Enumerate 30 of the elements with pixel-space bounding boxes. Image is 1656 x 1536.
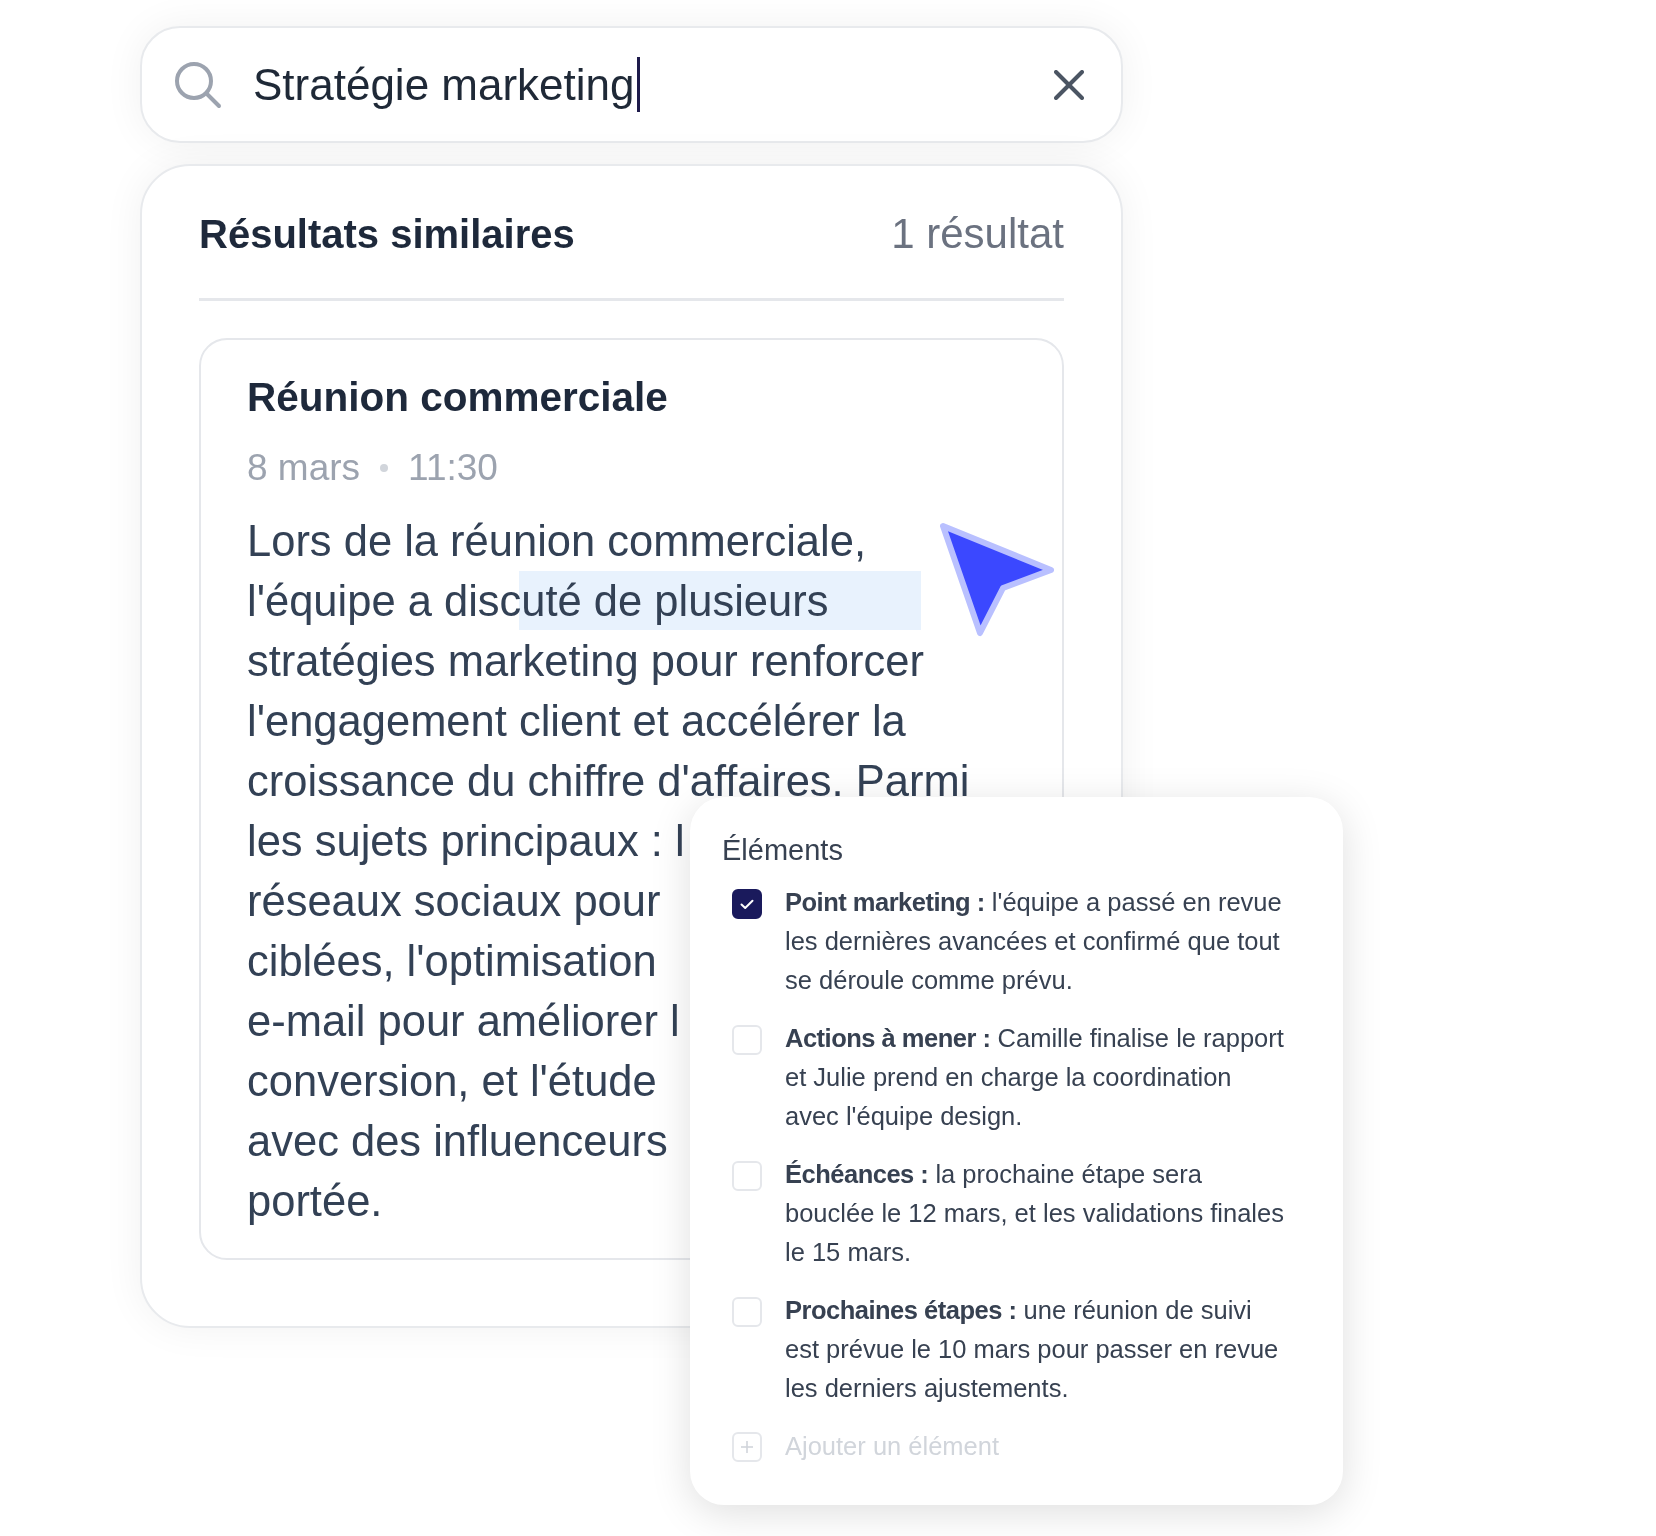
body-text-line: portée. [247,1176,383,1227]
clear-button[interactable] [1054,69,1084,100]
body-text-line: Lors de la réunion commerciale, [247,516,866,567]
results-heading: Résultats similaires [199,211,575,257]
close-icon [1054,69,1084,100]
body-text-line: conversion, et l'étude [247,1056,657,1107]
separator-dot-icon [380,464,389,472]
item-text: Échéances : la prochaine étape sera bouclée le 12 mars, et les validations finales le 15 mars. [785,1159,1285,1268]
plus-icon [732,1431,762,1462]
body-text-line: l'équipe a discuté de plusieurs [247,576,829,627]
body-text-line: avec des influenceurs [247,1116,668,1167]
body-text-line: stratégies marketing pour renforcer [247,636,924,687]
item-text: Prochaines étapes : une réunion de suivi est prévue le 10 mars pour passer en revue les derniers ajustements. [785,1295,1280,1404]
body-text-line: l'engagement client et accélérer la [247,696,906,747]
body-text-line: les sujets principaux : l [247,816,685,867]
checkbox[interactable] [732,889,762,919]
body-text-line: croissance du chiffre d'affaires. Parmi [247,756,970,807]
popup-title: Éléments [722,833,844,868]
body-text-line: ciblées, l'optimisation [247,936,657,987]
search-field[interactable]: Stratégie marketing [140,26,1123,143]
item-text: Actions à mener : Camille finalise le rapport et Julie prend en charge la coordination avec l'équipe design. [785,1023,1285,1132]
result-title: Réunion commerciale [247,374,669,420]
check-icon [740,898,754,910]
time-text: 11:30 [408,446,498,490]
body-text-line: réseaux sociaux pour [247,876,661,927]
item-text: Point marketing : l'équipe a passé en revue les dernières avancées et confirmé que tout se déroule comme prévu. [785,887,1283,996]
body-text-line: e-mail pour améliorer l [247,996,680,1047]
search-icon [174,60,222,109]
date-text: 8 mars [247,446,361,490]
result-count: 1 résultat [891,210,1064,258]
